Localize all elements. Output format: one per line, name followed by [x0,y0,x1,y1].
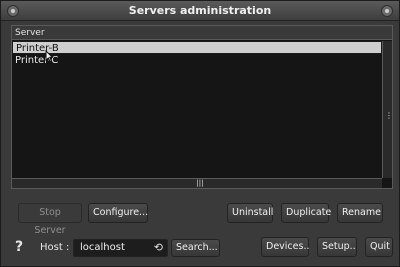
list-item[interactable]: Printer-C [12,54,382,67]
servers-admin-window: Servers administration Server Printer-B … [0,0,400,267]
scrollbar-grip-icon[interactable]: ||| [194,179,206,187]
vertical-scrollbar[interactable]: ⋮ [382,41,393,178]
configure-button[interactable]: Configure... [88,203,148,223]
stop-server-button[interactable]: Stop Server [18,203,82,236]
host-label: Host : [40,242,70,253]
refresh-icon[interactable]: ⟲ [154,241,163,254]
close-icon[interactable] [381,5,393,17]
uninstall-button[interactable]: Uninstall [227,203,273,223]
devices-button[interactable]: Devices.. [261,237,309,257]
list-header-server[interactable]: Server [12,26,392,40]
search-button[interactable]: Search... [171,239,220,257]
duplicate-button[interactable]: Duplicate [281,203,331,223]
list-item[interactable]: Printer-B [12,41,382,54]
server-list[interactable]: Server Printer-B Printer-C ⋮ ||| [11,25,393,189]
mouse-cursor-icon [45,49,54,63]
host-value[interactable]: localhost [80,242,125,253]
rename-button[interactable]: Rename [337,203,383,223]
quit-button[interactable]: Quit [365,237,393,257]
titlebar: Servers administration [1,1,399,21]
help-icon[interactable]: ? [15,239,25,255]
setup-button[interactable]: Setup.. [317,237,357,257]
list-items: Printer-B Printer-C [12,41,382,178]
horizontal-scrollbar[interactable]: ||| [12,178,382,188]
scrollbar-grip-icon[interactable]: ⋮ [385,111,393,121]
host-field[interactable]: localhost ⟲ [73,239,168,257]
window-title: Servers administration [128,4,272,17]
